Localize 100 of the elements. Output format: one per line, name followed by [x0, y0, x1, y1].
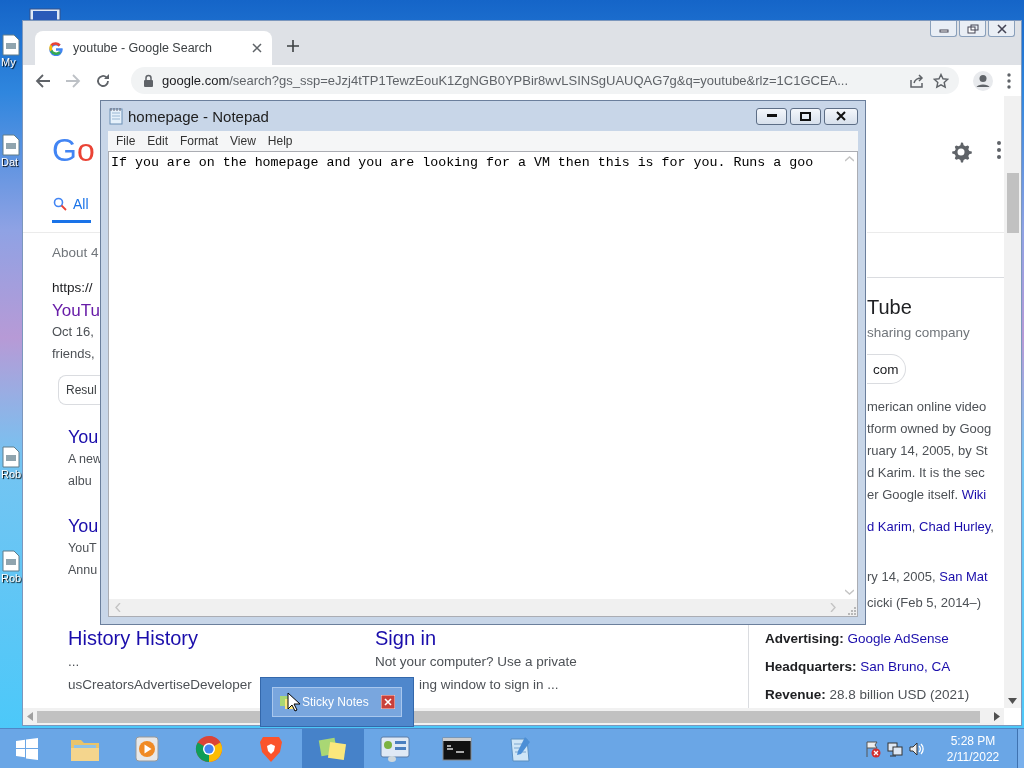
sitelink-title[interactable]: You	[68, 427, 99, 448]
restore-icon	[966, 23, 979, 34]
result-title[interactable]: YouTu	[52, 301, 100, 321]
share-icon[interactable]	[909, 73, 925, 88]
search-tab[interactable]: All	[52, 196, 91, 223]
close-icon	[996, 23, 1007, 34]
flag-icon[interactable]	[865, 739, 881, 758]
fact-line: Advertising: Google AdSense	[765, 630, 949, 648]
maximize-button[interactable]	[790, 107, 821, 125]
more-icon[interactable]	[997, 141, 1001, 159]
show-desktop-button[interactable]	[1017, 729, 1024, 768]
maximize-icon	[800, 111, 811, 121]
result-snippet: ing window to sign in ...	[419, 676, 559, 694]
result-stats: About 4	[52, 245, 99, 260]
forward-icon[interactable]	[65, 72, 81, 89]
clock-time: 5:28 PM	[950, 732, 996, 749]
computer-icon	[28, 8, 62, 20]
result-url: https://	[52, 280, 93, 295]
document-text: If you are on the homepage and you are looking for a VM then this is for you. Runs a goo	[110, 154, 815, 172]
sticky-notes-icon	[318, 735, 348, 762]
round-logo-icon	[195, 734, 223, 763]
clock-date: 2/11/2022	[946, 748, 1000, 765]
menu-item[interactable]: Help	[261, 134, 299, 148]
search-icon	[53, 197, 67, 211]
result-snippet: Oct 16,	[52, 323, 94, 341]
minimize-icon	[766, 114, 777, 118]
scroll-left-icon[interactable]	[27, 712, 33, 721]
restore-button[interactable]	[959, 21, 986, 37]
panel-subtitle: sharing company	[867, 325, 971, 340]
logo[interactable]: Go	[52, 132, 95, 168]
description-line: tform owned by Goog	[867, 420, 993, 438]
settings-icon[interactable]	[950, 141, 972, 163]
link[interactable]: San Mat	[939, 569, 988, 584]
play-icon	[135, 735, 159, 762]
fact-line: Headquarters: San Bruno, CA	[765, 658, 951, 676]
fact-line: Revenue: 28.8 billion USD (2021)	[765, 686, 970, 704]
description-line: ruary 14, 2005, by St	[867, 442, 989, 460]
browser-tab[interactable]: youtube - Google Search	[35, 31, 272, 65]
document-icon	[0, 34, 20, 56]
menu-icon[interactable]	[1007, 72, 1011, 89]
resize-grip-icon[interactable]	[845, 604, 857, 616]
sitelink-snippet: Annu	[68, 562, 98, 579]
menu-item[interactable]: Edit	[141, 134, 175, 148]
description-line: merican online video	[867, 398, 988, 416]
close-button[interactable]	[988, 21, 1015, 37]
notepad-icon	[108, 107, 124, 125]
window-title: homepage - Notepad	[128, 107, 269, 125]
speaker-icon[interactable]	[909, 740, 925, 757]
description-line: d Karim. It is the sec	[867, 464, 986, 482]
scroll-right-icon[interactable]	[994, 712, 1000, 721]
text-area[interactable]: If you are on the homepage and you are looking for a VM then this is for you. Runs a goo	[108, 151, 858, 617]
scrollbar-thumb[interactable]	[1006, 173, 1019, 233]
windows-logo-icon	[16, 737, 38, 760]
website-chip[interactable]: com	[867, 354, 906, 384]
link[interactable]: San Bruno, CA	[860, 659, 951, 674]
minimize-button[interactable]	[756, 107, 787, 125]
fact-line: cicki (Feb 5, 2014–)	[867, 594, 983, 612]
cursor-icon	[287, 692, 301, 712]
link[interactable]: Google AdSense	[847, 631, 949, 646]
sitelink-snippet: YouT	[68, 540, 97, 557]
url-text: google.com/search?gs_ssp=eJzj4tTP1TewzEouK1ZgNGB0YPBir8wvLSINSgUAUQAG7g&q=youtube&rlz=1C1GCEA...	[162, 73, 850, 88]
result-snippet: usCreatorsAdvertiseDeveloper	[68, 676, 252, 694]
sitelink-title[interactable]: You	[68, 516, 99, 537]
menu-item[interactable]: File	[110, 134, 142, 148]
g-logo-icon	[48, 40, 64, 56]
document-icon	[0, 446, 20, 468]
profile-icon[interactable]	[973, 70, 993, 91]
result-snippet: ...	[68, 653, 80, 671]
preview-title: Sticky Notes	[302, 695, 369, 709]
address-bar[interactable]: google.com/search?gs_ssp=eJzj4tTP1TewzEouK1ZgNGB0YPBir8wvLSINSgUAUQAG7g&q=youtube&rlz=1C1GCEA...	[131, 67, 959, 94]
result-title[interactable]: Sign in	[375, 627, 437, 650]
star-icon[interactable]	[933, 72, 949, 89]
link[interactable]: d Karim	[867, 519, 912, 534]
document-icon	[0, 134, 20, 156]
sitelink-snippet: albu	[68, 473, 92, 490]
terminal-icon	[442, 736, 472, 761]
desktop-icon-label[interactable]: My	[1, 56, 16, 68]
vertical-scrollbar[interactable]	[1004, 96, 1021, 708]
lock-icon	[143, 73, 154, 88]
scroll-up-icon[interactable]	[845, 156, 854, 162]
result-snippet: friends,	[52, 345, 95, 363]
result-title[interactable]: History History	[68, 627, 198, 650]
fact-line: ry 14, 2005, San Mat	[867, 568, 989, 586]
scroll-down-icon[interactable]	[1008, 698, 1017, 704]
panel-title: Tube	[867, 296, 913, 319]
description-line: er Google itself. Wiki	[867, 486, 988, 504]
close-button[interactable]	[824, 107, 858, 125]
back-icon[interactable]	[35, 72, 51, 89]
document-icon	[0, 550, 20, 572]
menu-item[interactable]: View	[224, 134, 262, 148]
close-icon	[836, 111, 846, 121]
link[interactable]: Wiki	[961, 487, 987, 502]
network-icon[interactable]	[887, 740, 903, 757]
results-chip[interactable]: Resul	[58, 375, 100, 405]
close-icon[interactable]	[252, 43, 262, 53]
new-tab-button[interactable]	[286, 39, 300, 53]
fact-line: d Karim, Chad Hurley,	[867, 518, 995, 536]
reload-icon[interactable]	[95, 72, 111, 89]
menu-item[interactable]: Format	[174, 134, 225, 148]
control-panel-icon	[380, 734, 410, 763]
